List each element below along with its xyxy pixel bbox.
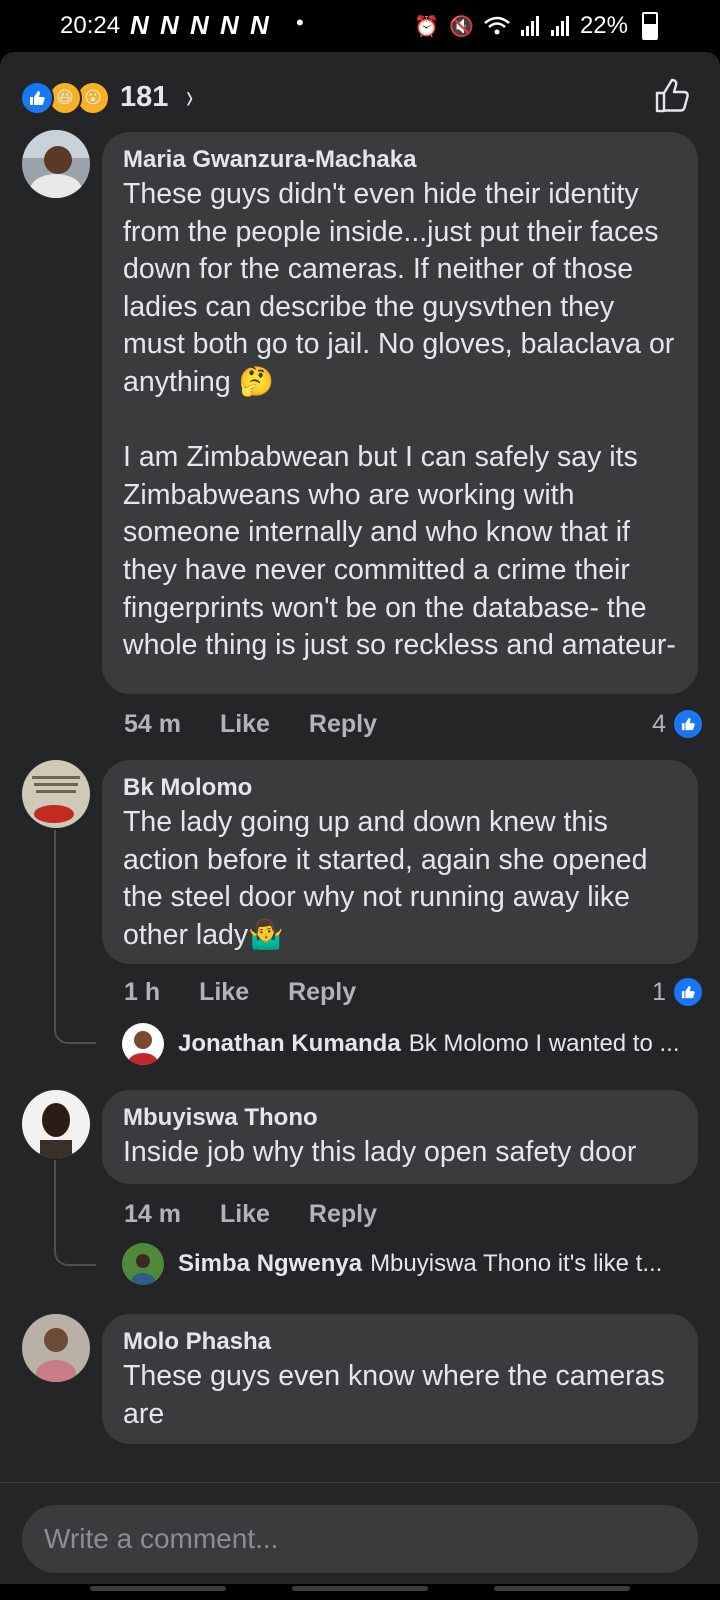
nav-back-button[interactable] xyxy=(494,1586,630,1591)
thread-line xyxy=(54,1160,96,1266)
wifi-icon xyxy=(484,16,510,35)
battery-percent: 22% xyxy=(579,12,628,39)
reply-avatar[interactable] xyxy=(122,1243,164,1285)
comment-time: 54 m xyxy=(124,710,181,738)
status-dot: • xyxy=(296,10,304,35)
notification-icons: N N N N N xyxy=(130,10,271,40)
comment-author[interactable]: Bk Molomo xyxy=(123,772,678,804)
status-bar: 20:24 N N N N N • ⏰ 🔇 22% xyxy=(0,0,720,52)
signal-icon xyxy=(520,16,539,36)
like-button[interactable]: Like xyxy=(199,978,249,1006)
comment-author[interactable]: Mbuyiswa Thono xyxy=(123,1102,678,1134)
like-count: 4 xyxy=(652,709,666,738)
like-count: 1 xyxy=(652,977,666,1006)
thread-line xyxy=(54,830,96,1044)
comment-bubble[interactable]: Maria Gwanzura-Machaka These guys didn't… xyxy=(102,132,698,694)
comment-actions: 14 m Like Reply xyxy=(124,1200,409,1229)
reply-author[interactable]: Simba Ngwenya xyxy=(178,1250,362,1278)
reply-text: Mbuyiswa Thono it's like t... xyxy=(370,1250,663,1277)
comment-bubble[interactable]: Mbuyiswa Thono Inside job why this lady … xyxy=(102,1090,698,1184)
reaction-count: 181 xyxy=(120,81,169,113)
reply-avatar[interactable] xyxy=(122,1023,164,1065)
reply-preview[interactable]: Jonathan Kumanda Bk Molomo I wanted to .… xyxy=(122,1022,702,1066)
thumbs-up-outline-icon[interactable] xyxy=(654,76,692,114)
status-time: 20:24 xyxy=(60,12,121,39)
status-right: ⏰ 🔇 22% xyxy=(414,12,658,40)
battery-icon xyxy=(642,12,658,40)
avatar[interactable] xyxy=(22,1314,90,1382)
comment-bubble[interactable]: Bk Molomo The lady going up and down kne… xyxy=(102,760,698,964)
comment-like-count[interactable]: 4 xyxy=(652,708,704,740)
like-button[interactable]: Like xyxy=(220,710,270,738)
comment-text: These guys didn't even hide their identi… xyxy=(123,178,676,662)
comment-author[interactable]: Maria Gwanzura-Machaka xyxy=(123,144,678,176)
comment-text: These guys even know where the cameras a… xyxy=(123,1360,673,1430)
comment-text: Inside job why this lady open safety doo… xyxy=(123,1136,637,1168)
reactions-header: 😆 😮 181 › xyxy=(0,52,720,136)
comment-actions: 54 m Like Reply xyxy=(124,710,409,739)
comment-bubble[interactable]: Molo Phasha These guys even know where t… xyxy=(102,1314,698,1444)
like-reaction-icon xyxy=(20,80,54,115)
reply-button[interactable]: Reply xyxy=(309,1200,377,1228)
comment-time: 14 m xyxy=(124,1200,181,1228)
system-nav-bar xyxy=(0,1584,720,1600)
comment-input[interactable]: Write a comment... xyxy=(22,1505,698,1573)
comment-author[interactable]: Molo Phasha xyxy=(123,1326,678,1358)
nav-recent-button[interactable] xyxy=(90,1586,226,1591)
mute-icon: 🔇 xyxy=(449,15,474,38)
avatar[interactable] xyxy=(22,760,90,828)
comment-like-count[interactable]: 1 xyxy=(652,976,704,1008)
like-badge-icon xyxy=(672,976,704,1008)
like-button[interactable]: Like xyxy=(220,1200,270,1228)
comment-time: 1 h xyxy=(124,978,161,1006)
signal-icon-2 xyxy=(550,16,569,36)
comment-input-placeholder: Write a comment... xyxy=(44,1523,279,1554)
nav-home-button[interactable] xyxy=(292,1586,428,1591)
avatar[interactable] xyxy=(22,130,90,198)
avatar[interactable] xyxy=(22,1090,90,1158)
like-badge-icon xyxy=(672,708,704,740)
reply-author[interactable]: Jonathan Kumanda xyxy=(178,1030,401,1058)
reply-text: Bk Molomo I wanted to ... xyxy=(408,1030,680,1057)
composer-area: Write a comment... xyxy=(0,1482,720,1600)
comment-text: The lady going up and down knew this act… xyxy=(123,806,656,951)
reply-preview[interactable]: Simba Ngwenya Mbuyiswa Thono it's like t… xyxy=(122,1242,702,1286)
chevron-right-icon: › xyxy=(186,78,194,116)
alarm-icon: ⏰ xyxy=(414,15,440,38)
reply-button[interactable]: Reply xyxy=(309,710,377,738)
reaction-summary[interactable]: 😆 😮 181 › xyxy=(20,78,196,117)
comment-actions: 1 h Like Reply xyxy=(124,978,388,1007)
comments-sheet: 😆 😮 181 › Maria Gwanzura-Machaka These g… xyxy=(0,52,720,1600)
reply-button[interactable]: Reply xyxy=(288,978,356,1006)
